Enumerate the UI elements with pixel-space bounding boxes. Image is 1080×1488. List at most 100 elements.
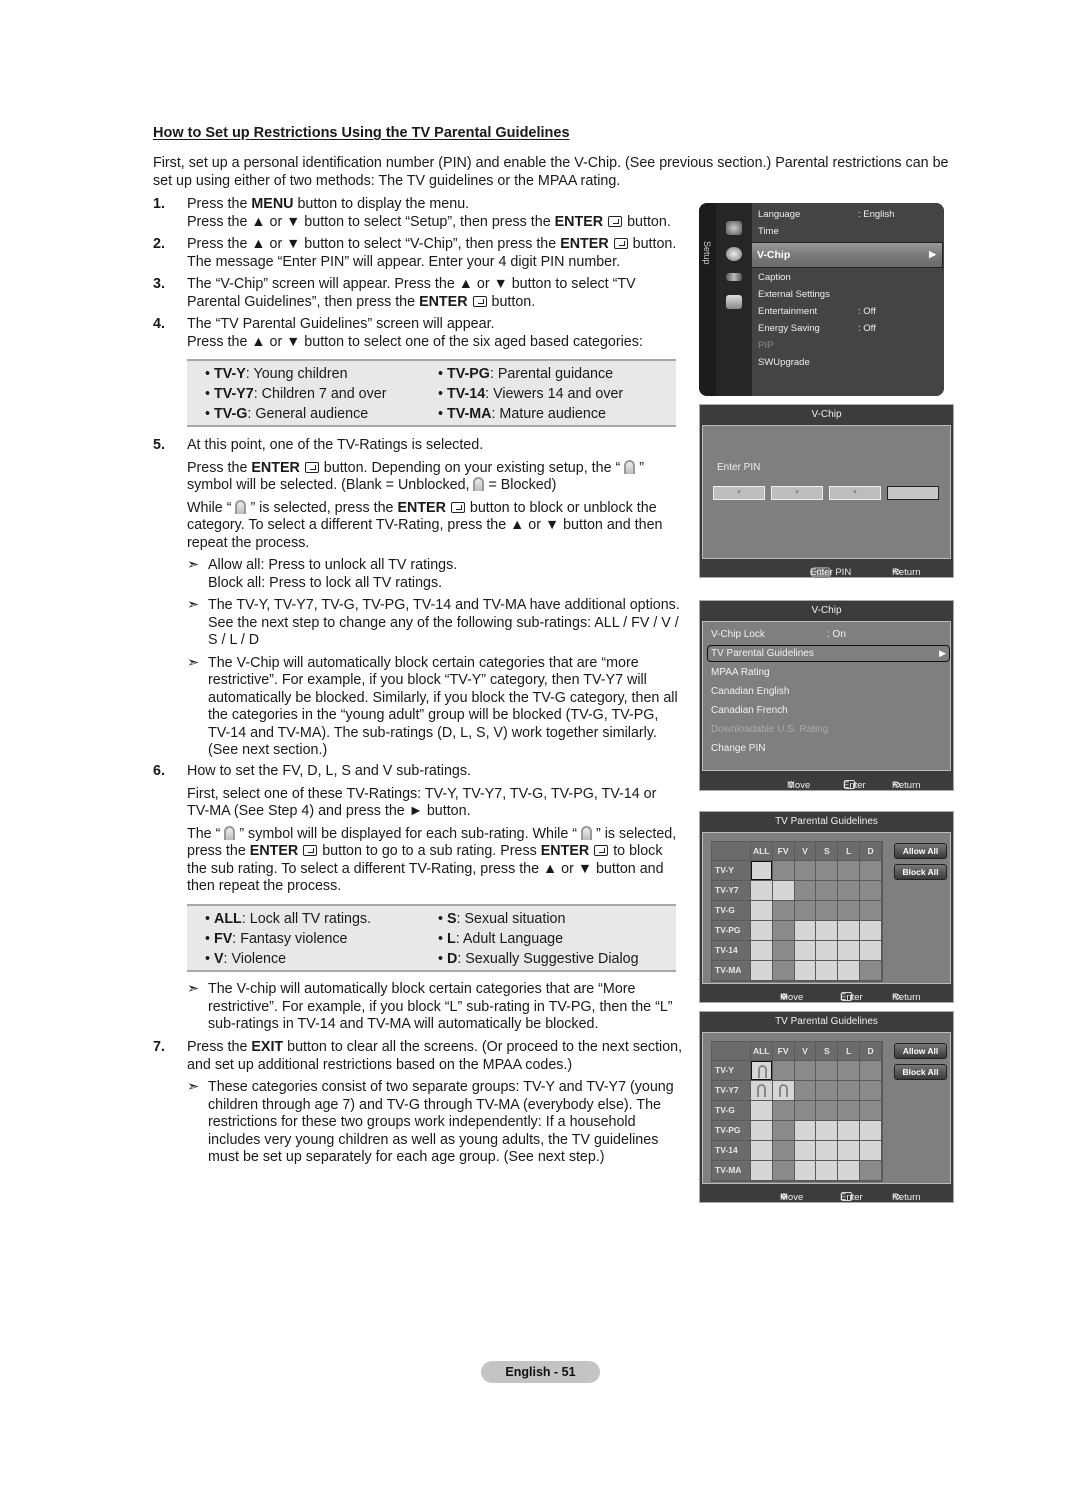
text: Press the <box>187 459 252 476</box>
mpaa-rating-item[interactable]: MPAA Rating <box>711 667 770 678</box>
step-number: 2. <box>153 236 165 252</box>
grid-cell[interactable] <box>794 1161 816 1180</box>
grid-cell[interactable] <box>750 1141 772 1160</box>
item-label: External Settings <box>758 289 830 300</box>
grid-cell[interactable] <box>750 1101 772 1120</box>
footer-enter-pin: Enter PIN <box>810 567 852 578</box>
allow-all-button[interactable]: Allow All <box>894 843 947 859</box>
note-arrow-icon: ➣ <box>187 654 199 671</box>
grid-cell[interactable] <box>750 1061 772 1080</box>
grid-cell[interactable] <box>750 901 772 920</box>
grid-cell[interactable] <box>794 921 816 940</box>
grid-cell[interactable] <box>816 1141 838 1160</box>
grid-row-label[interactable]: TV-G <box>712 901 750 920</box>
grid-row-label[interactable]: TV-Y7 <box>712 881 750 900</box>
footer-return[interactable]: Return <box>892 1192 921 1203</box>
vchip-menu-screen: V-Chip V-Chip Lock: On ▶ TV Parental Gui… <box>699 600 954 791</box>
grid-row-label[interactable]: TV-Y7 <box>712 1081 750 1100</box>
vchip-lock-item[interactable]: V-Chip Lock: On <box>711 629 846 640</box>
grid-cell[interactable] <box>794 941 816 960</box>
grid-row-label[interactable]: TV-14 <box>712 941 750 960</box>
tv-parental-guidelines-item[interactable]: TV Parental Guidelines <box>711 648 814 659</box>
picture-icon[interactable] <box>726 221 742 235</box>
step-number: 1. <box>153 196 165 212</box>
menu-item-entertainment[interactable]: Entertainment: Off <box>758 306 876 317</box>
grid-row-label[interactable]: TV-PG <box>712 921 750 940</box>
grid-cell[interactable] <box>816 1161 838 1180</box>
grid-cell[interactable] <box>816 921 838 940</box>
menu-item-energy-saving[interactable]: Energy Saving: Off <box>758 323 876 334</box>
grid-row-label[interactable]: TV-14 <box>712 1141 750 1160</box>
pin-entry-screen: V-Chip Enter PIN * * * 0~9 Enter PIN ⟲ R… <box>699 404 954 578</box>
grid-cell[interactable] <box>750 1161 772 1180</box>
pin-digit-1[interactable]: * <box>713 486 765 500</box>
grid-row-label[interactable]: TV-MA <box>712 1161 750 1180</box>
support-icon[interactable] <box>726 295 742 309</box>
footer-return[interactable]: Return <box>892 992 921 1003</box>
bullet: • <box>205 951 211 967</box>
grid-cell[interactable] <box>794 961 816 980</box>
grid-cell[interactable] <box>750 881 772 900</box>
menu-item-sw-upgrade[interactable]: SWUpgrade <box>758 357 810 368</box>
grid-cell <box>860 1161 882 1180</box>
grid-cell[interactable] <box>772 881 794 900</box>
grid-row-label[interactable]: TV-PG <box>712 1121 750 1140</box>
grid-cell[interactable] <box>860 1121 882 1140</box>
grid-cell[interactable] <box>750 1081 772 1100</box>
grid-cell[interactable] <box>838 961 860 980</box>
grid-cell[interactable] <box>838 921 860 940</box>
grid-cell[interactable] <box>838 1121 860 1140</box>
input-icon[interactable] <box>726 273 742 281</box>
enter-button-ref: ENTER <box>397 499 446 516</box>
pin-digit-2[interactable]: * <box>771 486 823 500</box>
grid-cell[interactable] <box>794 1121 816 1140</box>
change-pin-item[interactable]: Change PIN <box>711 743 765 754</box>
grid-cell[interactable] <box>816 961 838 980</box>
block-all-button[interactable]: Block All <box>894 864 947 880</box>
grid-cell[interactable] <box>750 921 772 940</box>
footer-return[interactable]: Return <box>892 780 921 791</box>
grid-cell[interactable] <box>816 941 838 960</box>
menu-item-language[interactable]: Language: English <box>758 209 894 220</box>
bullet: • <box>438 951 444 967</box>
grid-row-label[interactable]: TV-Y <box>712 1061 750 1080</box>
grid-cell[interactable] <box>750 861 772 880</box>
footer-return[interactable]: Return <box>892 567 921 578</box>
block-all-button[interactable]: Block All <box>894 1064 947 1080</box>
grid-cell[interactable] <box>750 1121 772 1140</box>
grid-cell[interactable] <box>772 1081 794 1100</box>
grid-cell <box>772 901 794 920</box>
grid-row-label[interactable]: TV-MA <box>712 961 750 980</box>
item-label: Downloadable U.S. Rating <box>711 724 829 735</box>
grid-cell[interactable] <box>816 1121 838 1140</box>
subratings-info-box: • ALL: Lock all TV ratings. • FV: Fantas… <box>187 904 676 972</box>
gear-icon[interactable] <box>726 247 742 261</box>
menu-item-caption[interactable]: Caption <box>758 272 791 283</box>
grid-cell[interactable] <box>794 1141 816 1160</box>
allow-all-button[interactable]: Allow All <box>894 1043 947 1059</box>
dialog-body: ALL FV V S L D TV-Y TV-Y7 TV-G TV-PG TV-14 TV-MA Al… <box>702 832 951 984</box>
menu-item-v-chip[interactable]: V-Chip ▶ <box>751 242 943 268</box>
canadian-english-item[interactable]: Canadian English <box>711 686 789 697</box>
grid-cell[interactable] <box>838 1141 860 1160</box>
pin-digit-3[interactable]: * <box>829 486 881 500</box>
grid-row-label[interactable]: TV-Y <box>712 861 750 880</box>
text: button to go to a sub rating. Press <box>318 843 541 859</box>
menu-item-time[interactable]: Time <box>758 226 779 237</box>
grid-cell[interactable] <box>838 941 860 960</box>
grid-cell[interactable] <box>860 921 882 940</box>
grid-cell[interactable] <box>860 941 882 960</box>
item-label: PIP <box>758 340 774 351</box>
grid-cell[interactable] <box>750 941 772 960</box>
canadian-french-item[interactable]: Canadian French <box>711 705 788 716</box>
grid-cell[interactable] <box>860 1141 882 1160</box>
grid-cell[interactable] <box>750 961 772 980</box>
grid-cell <box>794 881 816 900</box>
grid-cell[interactable] <box>838 1161 860 1180</box>
grid-row-label[interactable]: TV-G <box>712 1101 750 1120</box>
pin-digit-4[interactable] <box>887 486 939 500</box>
menu-button-ref: MENU <box>251 196 294 212</box>
grid-cell <box>772 1141 794 1160</box>
ratings-grid: ALL FV V S L D TV-Y TV-Y7 TV-G TV-PG TV-14 TV-MA <box>711 1041 883 1182</box>
menu-item-external-settings[interactable]: External Settings <box>758 289 830 300</box>
